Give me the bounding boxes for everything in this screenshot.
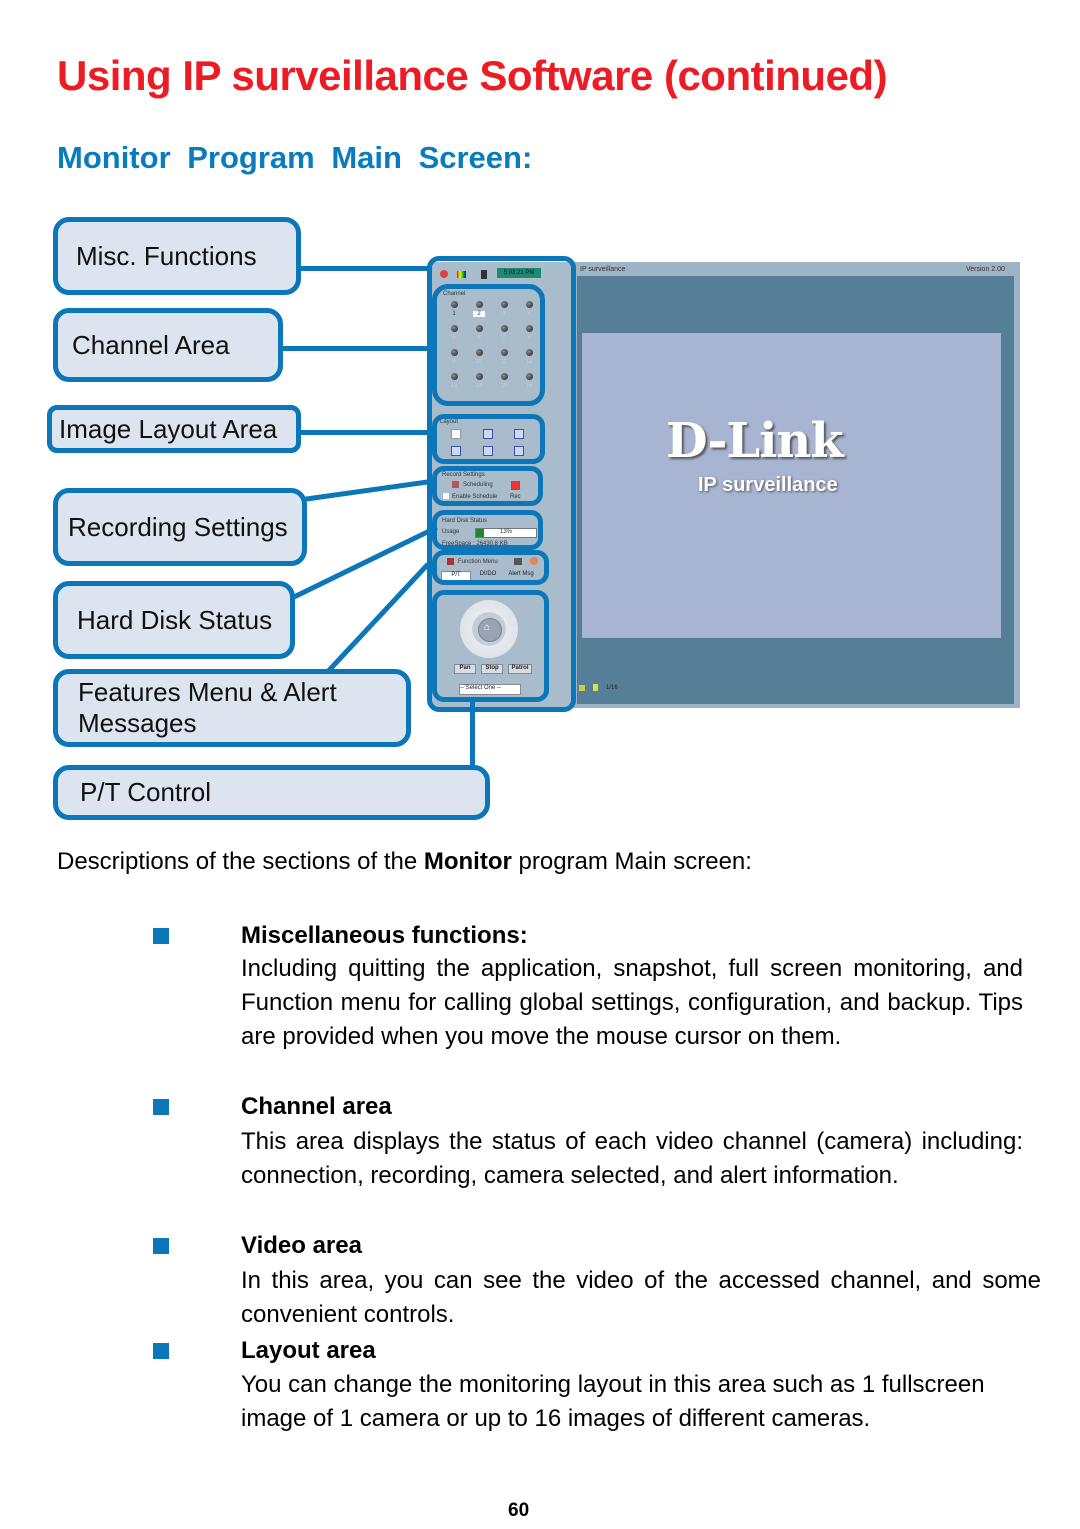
connector-harddisk <box>291 525 438 600</box>
section-subtitle: Monitor Program Main Screen: <box>57 140 533 175</box>
channel-number[interactable]: 9 <box>448 359 460 365</box>
channel-number[interactable]: 15 <box>498 383 510 389</box>
callout-layout-label: Image Layout Area <box>59 413 278 444</box>
layout-highlight <box>432 414 545 464</box>
channel-number[interactable]: 7 <box>498 335 510 341</box>
connector-layout <box>298 430 432 435</box>
dlink-logo: D-Link <box>666 413 844 469</box>
connector-recording <box>302 478 436 502</box>
channel-indicator[interactable] <box>476 301 483 308</box>
callout-channel-label: Channel Area <box>72 329 230 360</box>
item-text-channel: This area displays the status of each vi… <box>241 1128 1023 1189</box>
channel-indicator[interactable] <box>476 325 483 332</box>
callout-image-layout: Image Layout Area <box>47 405 301 453</box>
connector-misc <box>298 266 432 271</box>
channel-indicator[interactable] <box>501 373 508 380</box>
bullet-icon <box>153 1343 169 1359</box>
channel-indicator[interactable] <box>451 325 458 332</box>
channel-indicator[interactable] <box>451 301 458 308</box>
intro-post: program Main screen: <box>511 848 752 875</box>
connector-features <box>325 562 430 675</box>
connector-pt <box>470 700 475 768</box>
channel-indicator[interactable] <box>451 373 458 380</box>
hdd-highlight <box>432 510 543 550</box>
callout-channel-area: Channel Area <box>53 308 283 382</box>
callout-features-label-2: Messages <box>78 708 197 738</box>
page-number: 60 <box>508 1500 530 1521</box>
bullet-icon <box>153 928 169 944</box>
callout-recording-label: Recording Settings <box>68 511 288 542</box>
status-icon-2 <box>593 684 598 691</box>
pt-highlight <box>432 590 549 702</box>
intro-bold: Monitor <box>423 848 512 875</box>
channel-indicator[interactable] <box>526 325 533 332</box>
callout-harddisk-label: Hard Disk Status <box>77 604 273 635</box>
page-title: Using IP surveillance Software (continue… <box>57 52 888 99</box>
callout-pt-control: P/T Control <box>53 765 490 820</box>
channel-indicator[interactable] <box>451 349 458 356</box>
channel-number[interactable]: 8 <box>523 335 535 341</box>
app-version: Version 2.00 <box>966 266 1005 273</box>
channel-indicator[interactable] <box>476 373 483 380</box>
channel-number[interactable]: 2 <box>473 311 485 317</box>
channel-indicator[interactable] <box>526 349 533 356</box>
channel-indicator[interactable] <box>526 373 533 380</box>
item-heading-layout: Layout area <box>241 1337 376 1364</box>
record-highlight <box>432 466 543 506</box>
callout-misc-functions: Misc. Functions <box>53 217 301 295</box>
channel-number[interactable]: 14 <box>473 383 485 389</box>
app-title: IP surveillance <box>580 266 626 273</box>
item-text-layout: You can change the monitoring layout in … <box>241 1371 985 1432</box>
channel-indicator[interactable] <box>501 301 508 308</box>
channel-number[interactable]: 11 <box>498 359 510 365</box>
channel-indicator[interactable] <box>526 301 533 308</box>
bullet-icon <box>153 1238 169 1254</box>
callout-misc-label: Misc. Functions <box>76 240 257 271</box>
channel-indicator[interactable] <box>501 325 508 332</box>
callout-features-label-1: Features Menu & Alert <box>78 677 337 707</box>
channel-number[interactable]: 12 <box>523 359 535 365</box>
intro-text: Descriptions of the sections of the Moni… <box>57 848 752 876</box>
channel-number[interactable]: 6 <box>473 335 485 341</box>
logo-subtitle: IP surveillance <box>698 474 838 496</box>
channel-number[interactable]: 10 <box>473 359 485 365</box>
channel-number[interactable]: 3 <box>498 311 510 317</box>
bullet-icon <box>153 1099 169 1115</box>
status-icon-1 <box>579 685 585 691</box>
channel-indicator[interactable] <box>476 349 483 356</box>
intro-pre: Descriptions of the sections of the <box>57 848 424 875</box>
channel-indicator[interactable] <box>501 349 508 356</box>
item-text-video: In this area, you can see the video of t… <box>241 1267 1041 1328</box>
callout-features-menu: Features Menu & Alert Messages <box>53 669 411 747</box>
channel-number[interactable]: 16 <box>523 383 535 389</box>
function-highlight <box>432 550 549 585</box>
channel-number[interactable]: 5 <box>448 335 460 341</box>
item-heading-misc: Miscellaneous functions: <box>241 922 528 949</box>
callout-recording-settings: Recording Settings <box>53 488 307 566</box>
item-heading-video: Video area <box>241 1232 362 1259</box>
connector-channel <box>280 346 432 351</box>
callout-pt-label: P/T Control <box>80 777 212 807</box>
page-indicator: 1/16 <box>606 685 618 691</box>
item-text-misc: Including quitting the application, snap… <box>241 955 1023 1050</box>
channel-number[interactable]: 1 <box>448 311 460 317</box>
callout-hard-disk-status: Hard Disk Status <box>53 581 295 659</box>
channel-number[interactable]: 4 <box>523 311 535 317</box>
item-heading-channel: Channel area <box>241 1093 392 1120</box>
channel-number[interactable]: 13 <box>448 383 460 389</box>
